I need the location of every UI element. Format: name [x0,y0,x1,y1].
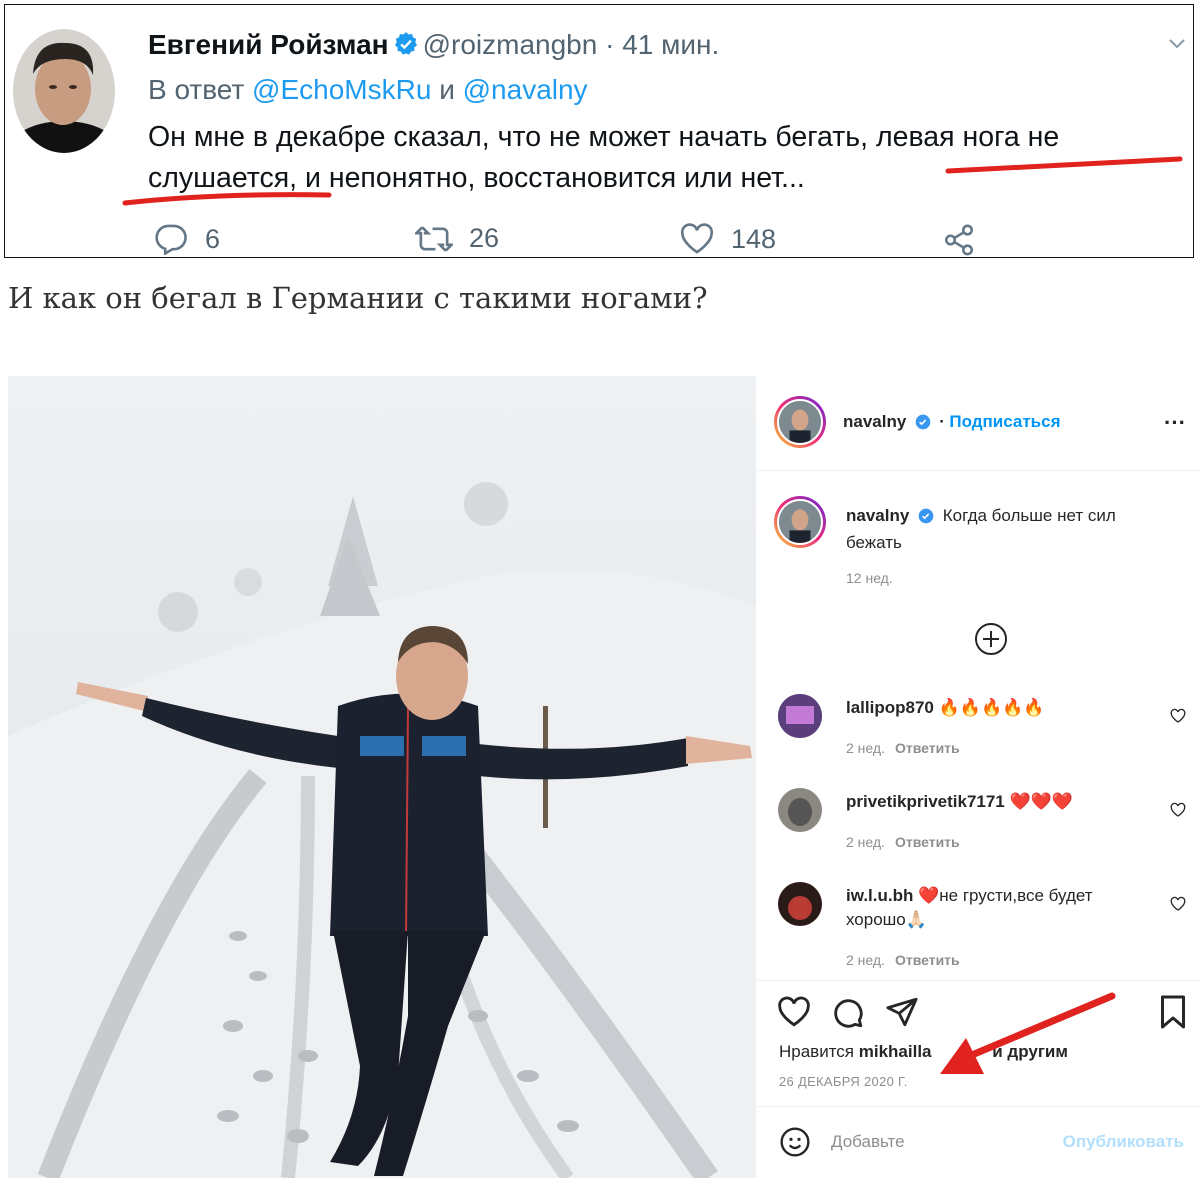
tweet-text-line-1: Он мне в декабре сказал, что не может на… [148,121,1060,153]
instagram-panel: navalny · Подписаться ··· navalny Когда … [757,376,1200,1178]
article-caption: И как он бегал в Германии с такими ногам… [8,281,708,315]
like-comment-heart-icon[interactable] [1170,708,1186,724]
like-count: 148 [731,223,777,254]
likes-suffix[interactable]: и другим [992,1042,1068,1061]
likes-prefix: Нравится [779,1042,855,1061]
mention-link-navalny[interactable]: @navalny [463,74,588,105]
tweet-card: Евгений Ройзман @roizmangbn · 41 мин. В о… [4,4,1194,258]
mention-link-echomskru[interactable]: @EchoMskRu [252,74,431,105]
share-send-icon[interactable] [885,996,919,1028]
reply-and: и [439,74,455,105]
comment-username[interactable]: iw.l.u.bh [846,886,913,905]
ig-header: navalny · Подписаться [843,412,1061,435]
comment-meta: 2 нед. Ответить [846,834,960,850]
comment-bubble-icon[interactable] [831,996,865,1030]
comment-username[interactable]: lallipop870 [846,698,934,717]
publish-button[interactable]: Опубликовать [1063,1132,1184,1152]
more-options-icon[interactable]: ··· [1164,410,1186,436]
verified-badge-icon [918,507,934,531]
tweet-author-name[interactable]: Евгений Ройзман [148,29,389,60]
verified-badge-icon [915,414,931,435]
comment-avatar[interactable] [778,788,822,832]
verified-badge-icon [393,30,419,66]
retweet-count: 26 [469,223,500,253]
likes-line: Нравится mikhailla и другим [779,1042,1068,1062]
comment-input[interactable]: Добавьте [831,1132,905,1152]
comment-age: 2 нед. [846,952,885,968]
share-icon [944,224,974,256]
divider [757,980,1200,981]
comment-meta: 2 нед. Ответить [846,952,960,968]
post-avatar[interactable] [774,496,826,548]
like-button[interactable]: 148 [679,223,776,255]
load-more-comments-icon[interactable] [974,622,1008,656]
comment-3: iw.l.u.bh ❤️не грусти,все будет хорошо🙏🏻 [846,884,1146,932]
comment-text: 🔥🔥🔥🔥🔥 [938,698,1045,717]
reply-count: 6 [205,223,221,254]
retweet-button[interactable]: 26 [415,223,499,254]
tweet-header: Евгений Ройзман @roizmangbn · 41 мин. [148,27,719,66]
comment-meta: 2 нед. Ответить [846,740,960,756]
like-comment-heart-icon[interactable] [1170,896,1186,912]
reply-link[interactable]: Ответить [895,740,960,756]
divider [757,470,1200,471]
reply-prefix: В ответ [148,74,245,105]
retweet-icon [415,225,453,252]
follow-button[interactable]: Подписаться [949,412,1060,431]
reply-icon [155,224,187,255]
like-heart-icon[interactable] [777,996,811,1028]
post-photo[interactable] [8,376,756,1178]
post-username[interactable]: navalny [846,506,909,525]
comment-avatar[interactable] [778,694,822,738]
reply-link[interactable]: Ответить [895,952,960,968]
tweet-timestamp[interactable]: · 41 мин. [605,29,719,60]
comment-age: 2 нед. [846,740,885,756]
header-username[interactable]: navalny [843,412,906,431]
header-avatar[interactable] [774,396,826,448]
header-separator: · [939,412,945,431]
post-caption: navalny Когда больше нет сил бежать [846,504,1166,555]
comment-2: privetikprivetik7171 ❤️❤️❤️ [846,790,1166,814]
reply-button[interactable]: 6 [153,223,220,255]
reply-link[interactable]: Ответить [895,834,960,850]
tweet-text-line-2: слушается, и непонятно, восстановится ил… [148,162,805,194]
divider [757,1106,1200,1107]
likes-user[interactable]: mikhailla [859,1042,932,1061]
emoji-smiley-icon[interactable] [779,1126,811,1158]
tweet-avatar[interactable] [13,29,115,153]
share-button[interactable] [941,223,977,257]
comment-age: 2 нед. [846,834,885,850]
post-age: 12 нед. [846,570,893,586]
tweet-text: Он мне в декабре сказал, что не может на… [148,117,1178,199]
comment-1: lallipop870 🔥🔥🔥🔥🔥 [846,696,1166,720]
comment-text: ❤️❤️❤️ [1009,792,1074,811]
tweet-author-handle[interactable]: @roizmangbn [423,29,598,60]
chevron-down-icon[interactable] [1167,33,1187,53]
post-date: 26 ДЕКАБРЯ 2020 Г. [779,1074,908,1089]
comment-avatar[interactable] [778,882,822,926]
bookmark-icon[interactable] [1158,994,1188,1030]
comment-username[interactable]: privetikprivetik7171 [846,792,1005,811]
heart-icon [680,223,714,254]
like-comment-heart-icon[interactable] [1170,802,1186,818]
tweet-reply-context: В ответ @EchoMskRu и @navalny [148,71,588,109]
